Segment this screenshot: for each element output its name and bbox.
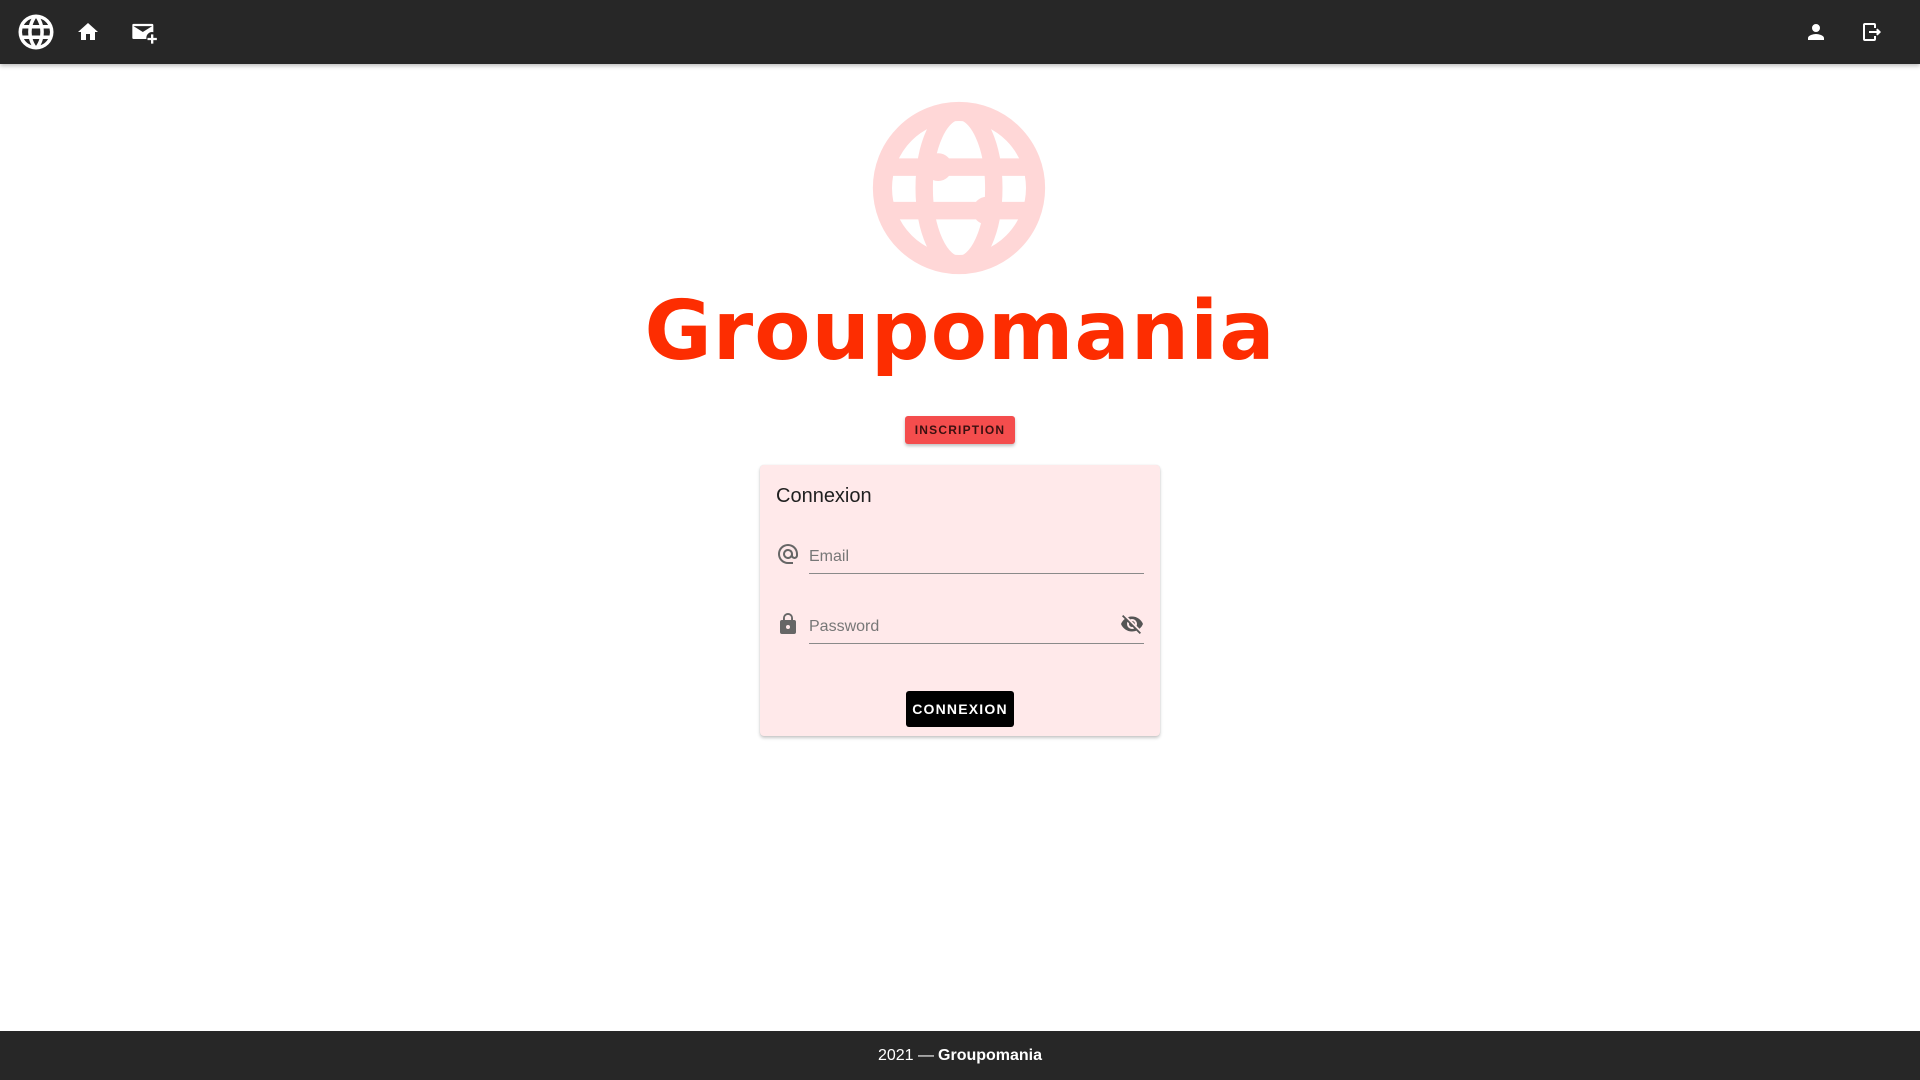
globe-logo-icon[interactable]: [14, 0, 58, 64]
login-card: Connexion CONNEXION: [760, 465, 1160, 736]
home-icon[interactable]: [74, 0, 102, 64]
card-title: Connexion: [776, 485, 872, 507]
footer: 2021 — Groupomania: [0, 1031, 1920, 1080]
eye-off-icon[interactable]: [1120, 612, 1144, 636]
brand-title: Groupomania: [644, 284, 1276, 379]
top-app-bar: [0, 0, 1920, 64]
globe-icon: [872, 101, 1046, 275]
email-plus-icon[interactable]: [130, 0, 158, 64]
at-icon: [776, 542, 800, 566]
logout-icon[interactable]: [1858, 0, 1886, 64]
login-button[interactable]: CONNEXION: [906, 691, 1014, 727]
password-input[interactable]: [809, 604, 1144, 644]
account-icon[interactable]: [1802, 0, 1830, 64]
lock-icon: [776, 612, 800, 636]
footer-brand: Groupomania: [938, 1046, 1043, 1064]
email-input[interactable]: [809, 534, 1144, 574]
footer-year: 2021 —: [877, 1046, 935, 1064]
email-field: [776, 534, 1144, 574]
signup-button[interactable]: INSCRIPTION: [905, 416, 1015, 444]
password-field: [776, 604, 1144, 644]
